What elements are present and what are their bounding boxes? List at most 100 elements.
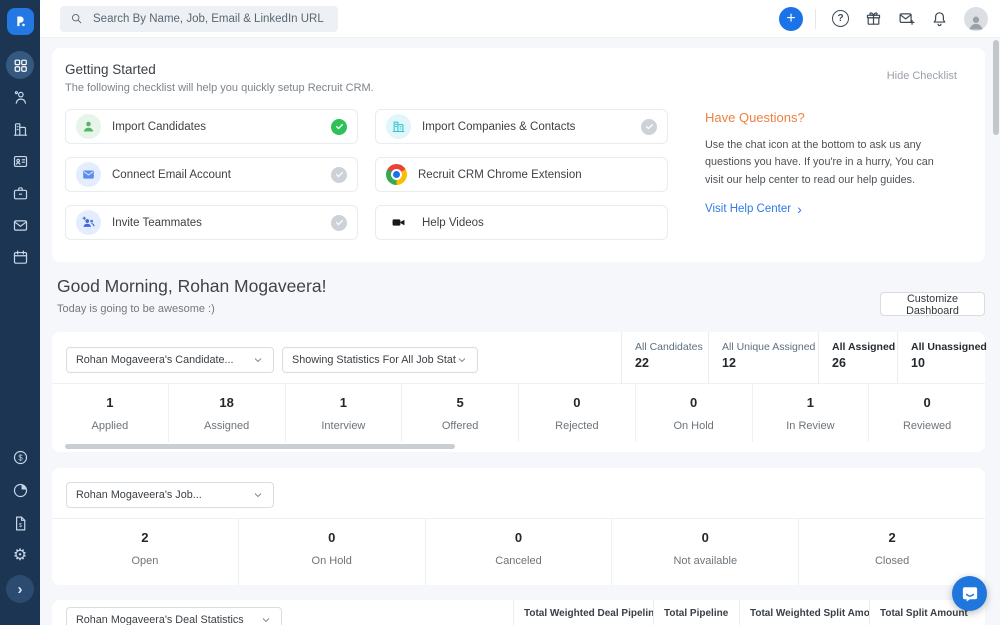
horizontal-scrollbar[interactable] (65, 444, 455, 449)
checklist-item-import-companies[interactable]: Import Companies & Contacts (375, 109, 668, 144)
greeting-subtitle: Today is going to be awesome :) (57, 303, 215, 315)
quick-add-button[interactable]: + (779, 7, 803, 31)
stat-label: Assigned (169, 420, 285, 432)
sidebar-item-contacts[interactable] (6, 147, 34, 175)
avatar[interactable] (964, 7, 988, 31)
candidate-stats-card: Rohan Mogaveera's Candidate... Showing S… (52, 332, 985, 452)
job-owner-dropdown[interactable]: Rohan Mogaveera's Job... (66, 482, 274, 508)
chevron-down-icon (252, 354, 264, 366)
search-input[interactable] (91, 12, 328, 26)
have-questions-title: Have Questions? (705, 110, 955, 125)
sidebar-item-dashboard[interactable] (6, 51, 34, 79)
have-questions-body: Use the chat icon at the bottom to ask u… (705, 137, 945, 189)
header-total-pipeline: Total Pipeline (653, 600, 739, 625)
header-total-weighted-split-amount: Total Weighted Split Amount (739, 600, 869, 625)
stat-closed: 2 Closed (798, 519, 985, 585)
stat-value: 2 (799, 530, 985, 545)
global-search[interactable] (60, 6, 338, 32)
checklist-item-help-videos[interactable]: Help Videos (375, 205, 668, 240)
sidebar-item-companies[interactable] (6, 115, 34, 143)
summary-all-assigned: All Assigned 26 (818, 332, 897, 383)
sidebar-expand-button[interactable]: › (6, 575, 34, 603)
sidebar-item-invoices[interactable]: $ (6, 509, 34, 537)
stat-rejected: 0Rejected (518, 384, 635, 442)
topbar-divider (815, 9, 816, 29)
notifications-button[interactable] (923, 5, 956, 33)
job-pipeline: 2Open 0On Hold 0Canceled 0Not available … (52, 519, 985, 585)
deal-stats-card: Rohan Mogaveera's Deal Statistics Total … (52, 600, 985, 625)
summary-value: 12 (722, 356, 818, 370)
job-status-filter-dropdown[interactable]: Showing Statistics For All Job Statuses (282, 347, 478, 373)
sidebar-item-reports[interactable] (6, 476, 34, 504)
stat-label: Closed (799, 555, 985, 567)
help-button[interactable]: ? (824, 5, 857, 33)
sidebar-item-jobs[interactable] (6, 179, 34, 207)
sidebar-item-deals[interactable]: $ (6, 443, 34, 471)
svg-text:$: $ (18, 453, 23, 462)
sidebar-item-settings[interactable]: ⚙ (6, 542, 34, 570)
summary-all-unassigned: All Unassigned 10 (897, 332, 985, 383)
sidebar: $ $ ⚙ › (0, 0, 40, 625)
stat-reviewed: 0Reviewed (868, 384, 985, 442)
summary-label: All Unique Assigned (722, 341, 818, 353)
chevron-right-icon: › (797, 202, 802, 216)
team-icon (76, 210, 101, 235)
stat-interview: 1 Interview (285, 384, 402, 442)
getting-started-subtitle: The following checklist will help you qu… (65, 82, 374, 94)
stat-label: Open (52, 555, 238, 567)
chevron-right-icon: › (18, 582, 23, 597)
summary-value: 22 (635, 356, 708, 370)
rewards-button[interactable] (857, 5, 890, 33)
stat-label: On Hold (636, 420, 752, 432)
stat-value: 1 (286, 395, 402, 410)
summary-value: 10 (911, 356, 985, 370)
summary-label: All Assigned (832, 341, 897, 353)
video-icon (386, 210, 411, 235)
sidebar-item-calendar[interactable] (6, 243, 34, 271)
summary-value: 26 (832, 356, 897, 370)
checklist-item-invite-teammates[interactable]: Invite Teammates (65, 205, 358, 240)
stat-open: 2Open (52, 519, 238, 585)
checklist-item-connect-email[interactable]: Connect Email Account (65, 157, 358, 192)
stat-in-review: 1In Review (752, 384, 869, 442)
checklist-item-label: Invite Teammates (112, 217, 320, 229)
sidebar-item-candidates[interactable] (6, 83, 34, 111)
checklist-item-label: Import Companies & Contacts (422, 121, 630, 133)
stat-label: Rejected (519, 420, 635, 432)
envelope-icon (76, 162, 101, 187)
job-stats-card: Rohan Mogaveera's Job... 2Open 0On Hold … (52, 468, 985, 585)
deal-owner-dropdown[interactable]: Rohan Mogaveera's Deal Statistics (66, 607, 282, 625)
chat-bubble-icon (961, 585, 979, 603)
visit-help-center-link[interactable]: Visit Help Center › (705, 202, 802, 216)
dropdown-label: Showing Statistics For All Job Statuses (292, 354, 456, 366)
contacts-icon (12, 153, 29, 170)
calendar-icon (12, 249, 29, 266)
stat-offered: 5Offered (401, 384, 518, 442)
sidebar-nav-top (6, 51, 34, 271)
vertical-scrollbar[interactable] (993, 40, 999, 135)
customize-dashboard-button[interactable]: Customize Dashboard (880, 292, 985, 316)
sidebar-item-emails[interactable] (6, 211, 34, 239)
recruit-crm-logo[interactable] (7, 8, 34, 35)
deals-icon: $ (12, 449, 29, 466)
summary-label: All Unassigned (911, 341, 985, 353)
checklist-item-label: Help Videos (422, 217, 657, 229)
stat-value: 0 (869, 395, 985, 410)
stat-value: 18 (169, 395, 285, 410)
stat-value: 1 (52, 395, 168, 410)
checklist-item-chrome-extension[interactable]: Recruit CRM Chrome Extension (375, 157, 668, 192)
dropdown-label: Rohan Mogaveera's Job... (76, 489, 202, 501)
topbar-actions: + ? (779, 5, 1000, 33)
checklist-item-import-candidates[interactable]: Import Candidates (65, 109, 358, 144)
dashboard-icon (12, 57, 29, 74)
stat-label: In Review (753, 420, 869, 432)
hide-checklist-link[interactable]: Hide Checklist (887, 70, 957, 82)
visit-help-center-label: Visit Help Center (705, 203, 791, 215)
summary-all-candidates: All Candidates 22 (621, 332, 708, 383)
compose-email-button[interactable] (890, 5, 923, 33)
candidate-owner-dropdown[interactable]: Rohan Mogaveera's Candidate... (66, 347, 274, 373)
stat-label: Interview (286, 420, 402, 432)
app-root: $ $ ⚙ › (0, 0, 1000, 625)
stat-value: 0 (426, 530, 612, 545)
chat-widget-button[interactable] (952, 576, 987, 611)
